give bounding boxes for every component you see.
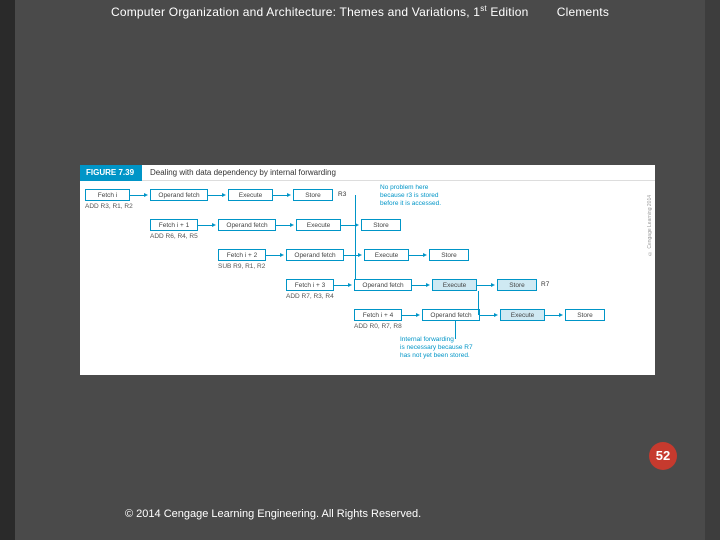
slide-body: Computer Organization and Architecture: … <box>15 0 705 540</box>
stage-box-hl: Execute <box>500 309 545 321</box>
arrow-icon <box>266 255 281 256</box>
fetch-box: Fetch i <box>85 189 130 201</box>
fetch-box: Fetch i + 1 <box>150 219 198 231</box>
stage-box: Execute <box>296 219 341 231</box>
fetch-box: Fetch i + 3 <box>286 279 334 291</box>
dep-line <box>355 195 356 287</box>
arrow-icon <box>545 315 560 316</box>
title-pre: Computer Organization and Architecture: … <box>111 5 480 19</box>
slide-header: Computer Organization and Architecture: … <box>30 4 690 19</box>
left-accent-bar <box>0 0 15 540</box>
arrow-icon <box>198 225 213 226</box>
arrow-icon <box>130 195 145 196</box>
arrow-icon <box>344 255 359 256</box>
stage-box: Store <box>293 189 333 201</box>
stage-box: Operand fetch <box>286 249 344 261</box>
fetch-box: Fetch i + 2 <box>218 249 266 261</box>
figure-badge: FIGURE 7.39 <box>80 165 142 181</box>
arrow-icon <box>402 315 417 316</box>
stage-box: Store <box>429 249 469 261</box>
stage-box: Operand fetch <box>150 189 208 201</box>
instr-label: SUB R9, R1, R2 <box>218 263 265 270</box>
stage-box: Operand fetch <box>354 279 412 291</box>
arrow-icon <box>208 195 223 196</box>
instr-label: ADD R3, R1, R2 <box>85 203 133 210</box>
note-top: No problem here because r3 is stored bef… <box>380 184 441 208</box>
page-number-badge: 52 <box>649 442 677 470</box>
title-sup: st <box>480 4 487 13</box>
figure-title-bar: FIGURE 7.39 Dealing with data dependency… <box>80 165 655 181</box>
note-bottom: Internal forwarding is necessary because… <box>400 336 473 360</box>
fwd-line <box>478 291 479 315</box>
figure-caption: Dealing with data dependency by internal… <box>150 165 336 181</box>
arrow-icon <box>273 195 288 196</box>
author: Clements <box>557 5 609 19</box>
instr-label: ADD R0, R7, R8 <box>354 323 402 330</box>
stage-box: Store <box>565 309 605 321</box>
reg-label: R7 <box>541 281 549 288</box>
figure-container: FIGURE 7.39 Dealing with data dependency… <box>80 165 655 375</box>
instr-label: ADD R6, R4, R5 <box>150 233 198 240</box>
arrow-icon <box>276 225 291 226</box>
stage-box-hl: Store <box>497 279 537 291</box>
stage-box: Execute <box>228 189 273 201</box>
stage-box: Operand fetch <box>422 309 480 321</box>
note-pointer <box>455 321 456 339</box>
reg-label: R3 <box>338 191 346 198</box>
arrow-icon <box>341 225 356 226</box>
title-post: Edition <box>487 5 529 19</box>
arrow-icon <box>480 315 495 316</box>
pipeline-diagram: Fetch i ADD R3, R1, R2 Operand fetch Exe… <box>80 181 655 375</box>
arrow-icon <box>409 255 424 256</box>
stage-box: Execute <box>364 249 409 261</box>
arrow-icon <box>412 285 427 286</box>
stage-box: Store <box>361 219 401 231</box>
arrow-icon <box>334 285 349 286</box>
stage-box: Operand fetch <box>218 219 276 231</box>
fetch-box: Fetch i + 4 <box>354 309 402 321</box>
footer-copyright: © 2014 Cengage Learning Engineering. All… <box>125 508 421 520</box>
stage-box-hl: Execute <box>432 279 477 291</box>
arrow-icon <box>477 285 492 286</box>
figure-copyright: © Cengage Learning 2014 <box>647 195 653 256</box>
instr-label: ADD R7, R3, R4 <box>286 293 334 300</box>
